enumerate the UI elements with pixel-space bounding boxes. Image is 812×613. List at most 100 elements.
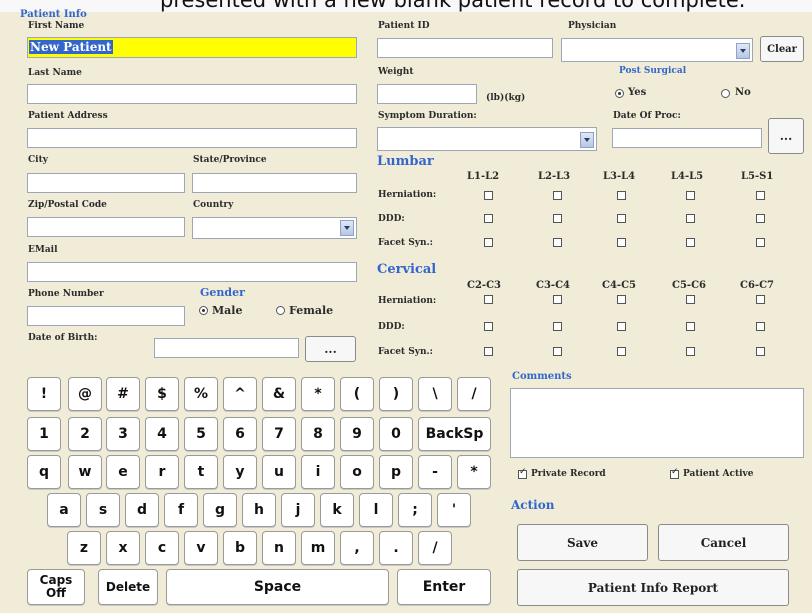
cervical-checkbox[interactable]	[617, 347, 626, 356]
cervical-checkbox[interactable]	[756, 295, 765, 304]
cervical-checkbox[interactable]	[756, 322, 765, 331]
key[interactable]: d	[125, 493, 159, 527]
key[interactable]: @	[68, 377, 102, 411]
cervical-checkbox[interactable]	[553, 347, 562, 356]
key[interactable]: (	[340, 377, 374, 411]
save-button[interactable]: Save	[517, 524, 648, 561]
lumbar-checkbox[interactable]	[484, 238, 493, 247]
delete-key[interactable]: Delete	[98, 569, 158, 605]
gender-female-radio[interactable]	[276, 306, 285, 315]
space-key[interactable]: Space	[166, 569, 389, 605]
cervical-checkbox[interactable]	[484, 322, 493, 331]
lumbar-checkbox[interactable]	[756, 191, 765, 200]
key[interactable]: n	[262, 531, 296, 565]
lumbar-checkbox[interactable]	[756, 214, 765, 223]
key[interactable]: q	[27, 455, 61, 489]
key[interactable]: s	[86, 493, 120, 527]
chevron-down-icon[interactable]	[580, 132, 594, 148]
date-of-proc-field[interactable]	[612, 128, 762, 148]
last-name-field[interactable]	[27, 84, 357, 104]
state-field[interactable]	[192, 173, 357, 193]
key[interactable]: a	[47, 493, 81, 527]
lumbar-checkbox[interactable]	[686, 214, 695, 223]
cervical-checkbox[interactable]	[686, 347, 695, 356]
key[interactable]: o	[340, 455, 374, 489]
patient-info-report-button[interactable]: Patient Info Report	[517, 569, 789, 606]
enter-key[interactable]: Enter	[397, 569, 491, 605]
key[interactable]: c	[145, 531, 179, 565]
cervical-checkbox[interactable]	[553, 322, 562, 331]
key[interactable]: u	[262, 455, 296, 489]
gender-male-radio[interactable]	[199, 306, 208, 315]
key[interactable]: b	[223, 531, 257, 565]
key[interactable]: m	[301, 531, 335, 565]
lumbar-checkbox[interactable]	[553, 191, 562, 200]
chevron-down-icon[interactable]	[736, 43, 750, 59]
patient-id-field[interactable]	[377, 38, 553, 58]
key[interactable]: ^	[223, 377, 257, 411]
lumbar-checkbox[interactable]	[484, 214, 493, 223]
backspace-key[interactable]: BackSp	[418, 417, 491, 451]
key[interactable]: w	[68, 455, 102, 489]
key[interactable]: 8	[301, 417, 335, 451]
post-surgical-no-radio[interactable]	[721, 89, 730, 98]
key[interactable]: *	[301, 377, 335, 411]
key[interactable]: h	[242, 493, 276, 527]
key[interactable]: 6	[223, 417, 257, 451]
key[interactable]: #	[106, 377, 140, 411]
key[interactable]: !	[27, 377, 61, 411]
city-field[interactable]	[27, 173, 185, 193]
clear-button[interactable]: Clear	[760, 36, 804, 62]
key[interactable]: '	[437, 493, 471, 527]
lumbar-checkbox[interactable]	[617, 191, 626, 200]
lumbar-checkbox[interactable]	[686, 238, 695, 247]
key[interactable]: x	[106, 531, 140, 565]
post-surgical-yes-radio[interactable]	[615, 89, 624, 98]
cervical-checkbox[interactable]	[617, 322, 626, 331]
key[interactable]: 0	[379, 417, 413, 451]
cancel-button[interactable]: Cancel	[658, 524, 789, 561]
key[interactable]: 2	[68, 417, 102, 451]
key[interactable]: -	[418, 455, 452, 489]
key[interactable]: /	[457, 377, 491, 411]
dob-picker-button[interactable]: ...	[305, 336, 356, 362]
key[interactable]: j	[281, 493, 315, 527]
phone-field[interactable]	[27, 306, 185, 326]
key[interactable]: z	[67, 531, 101, 565]
lumbar-checkbox[interactable]	[553, 214, 562, 223]
key[interactable]: 5	[184, 417, 218, 451]
cervical-checkbox[interactable]	[756, 347, 765, 356]
lumbar-checkbox[interactable]	[756, 238, 765, 247]
key[interactable]: ;	[398, 493, 432, 527]
cervical-checkbox[interactable]	[484, 295, 493, 304]
key[interactable]: 9	[340, 417, 374, 451]
key[interactable]: 3	[106, 417, 140, 451]
weight-field[interactable]	[377, 84, 477, 104]
lumbar-checkbox[interactable]	[617, 214, 626, 223]
cervical-checkbox[interactable]	[617, 295, 626, 304]
key[interactable]: ,	[340, 531, 374, 565]
patient-active-checkbox[interactable]	[670, 467, 679, 479]
key[interactable]: $	[145, 377, 179, 411]
key[interactable]: r	[145, 455, 179, 489]
chevron-down-icon[interactable]	[340, 220, 354, 236]
key[interactable]: g	[203, 493, 237, 527]
key[interactable]: 1	[27, 417, 61, 451]
caps-lock-key[interactable]: Caps Off	[27, 569, 85, 605]
key[interactable]: y	[223, 455, 257, 489]
physician-select[interactable]	[561, 38, 753, 62]
key[interactable]: e	[106, 455, 140, 489]
key[interactable]: k	[320, 493, 354, 527]
key[interactable]: 4	[145, 417, 179, 451]
key[interactable]: .	[379, 531, 413, 565]
email-field[interactable]	[27, 262, 357, 282]
lumbar-checkbox[interactable]	[484, 191, 493, 200]
comments-field[interactable]	[510, 388, 804, 458]
key[interactable]: )	[379, 377, 413, 411]
key[interactable]: t	[184, 455, 218, 489]
cervical-checkbox[interactable]	[553, 295, 562, 304]
key[interactable]: *	[457, 455, 491, 489]
cervical-checkbox[interactable]	[686, 322, 695, 331]
patient-address-field[interactable]	[27, 128, 357, 148]
zip-field[interactable]	[27, 217, 185, 237]
